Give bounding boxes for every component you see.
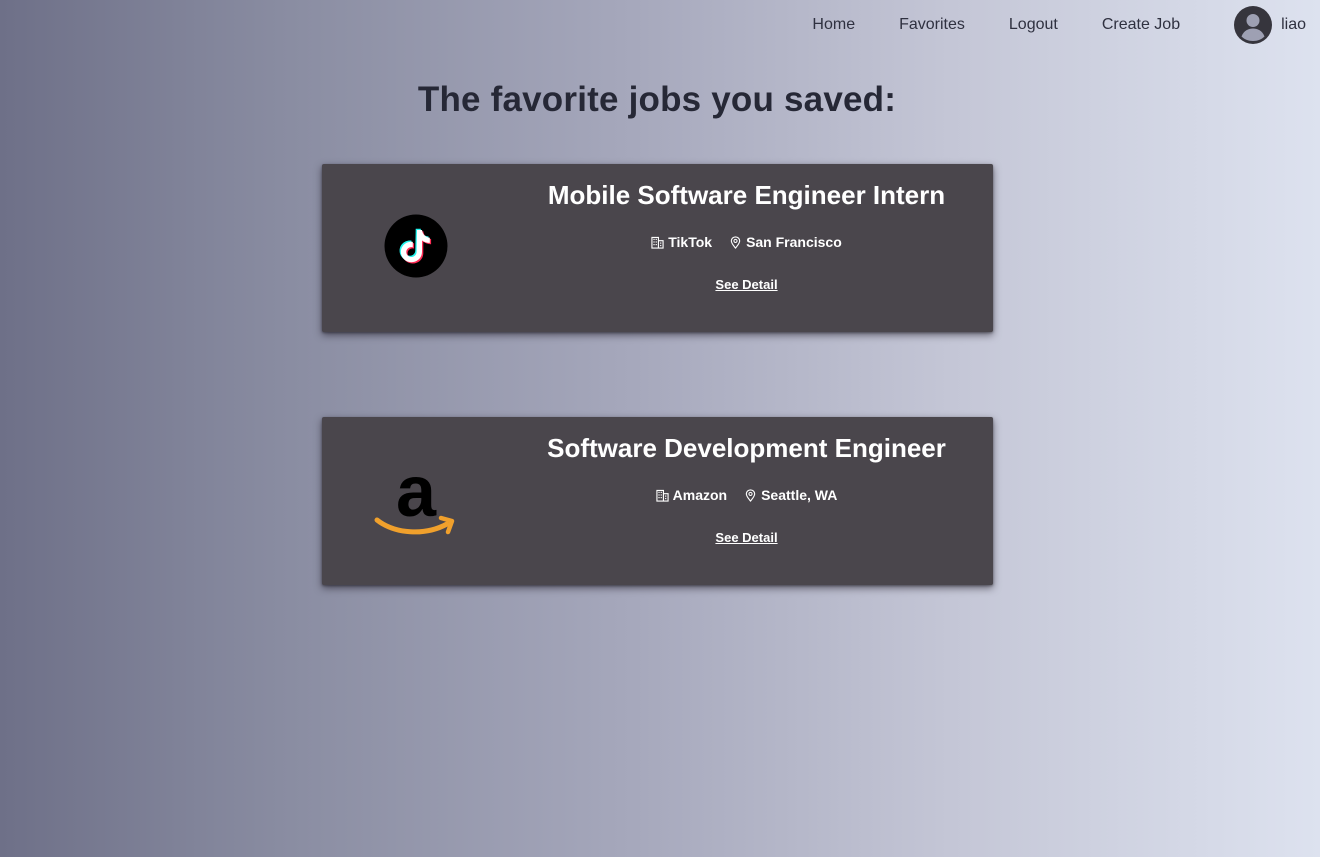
job-info: Mobile Software Engineer Intern TikTok S… <box>500 164 993 332</box>
nav-link-favorites[interactable]: Favorites <box>899 16 965 34</box>
nav-link-create-job[interactable]: Create Job <box>1102 16 1180 34</box>
username-label[interactable]: liao <box>1281 16 1306 34</box>
job-card: a Software Development Engineer Amazon S… <box>322 417 993 585</box>
job-info: Software Development Engineer Amazon Sea… <box>500 417 993 585</box>
company-name: Amazon <box>672 487 728 503</box>
job-title: Software Development Engineer <box>547 433 946 463</box>
tiktok-logo-icon <box>384 214 448 278</box>
company-info: Amazon <box>656 487 727 503</box>
nav-link-home[interactable]: Home <box>812 16 855 34</box>
location-pin-icon <box>745 488 756 502</box>
user-avatar-icon[interactable] <box>1234 6 1273 44</box>
company-info: TikTok <box>651 234 712 250</box>
nav-link-logout[interactable]: Logout <box>1009 16 1058 34</box>
location-name: Seattle, WA <box>761 487 838 503</box>
company-name: TikTok <box>668 234 713 250</box>
job-meta: TikTok San Francisco <box>500 234 993 250</box>
building-icon <box>656 489 669 502</box>
top-navbar: Home Favorites Logout Create Job liao <box>812 0 1320 50</box>
page-title: The favorite jobs you saved: <box>417 80 897 119</box>
see-detail-link[interactable]: See Detail <box>715 277 777 292</box>
company-logo <box>364 196 468 296</box>
job-title: Mobile Software Engineer Intern <box>547 180 946 210</box>
company-logo: a <box>364 449 468 549</box>
svg-text:a: a <box>396 454 437 532</box>
location-name: San Francisco <box>746 234 842 250</box>
location-pin-icon <box>730 235 741 249</box>
job-card: Mobile Software Engineer Intern TikTok S… <box>322 164 993 332</box>
building-icon <box>651 236 664 249</box>
see-detail-link[interactable]: See Detail <box>715 530 777 545</box>
location-info: Seattle, WA <box>744 487 837 503</box>
amazon-logo-icon: a <box>374 454 455 535</box>
job-meta: Amazon Seattle, WA <box>500 487 993 503</box>
location-info: San Francisco <box>729 234 842 250</box>
user-menu[interactable]: liao <box>1234 6 1306 44</box>
